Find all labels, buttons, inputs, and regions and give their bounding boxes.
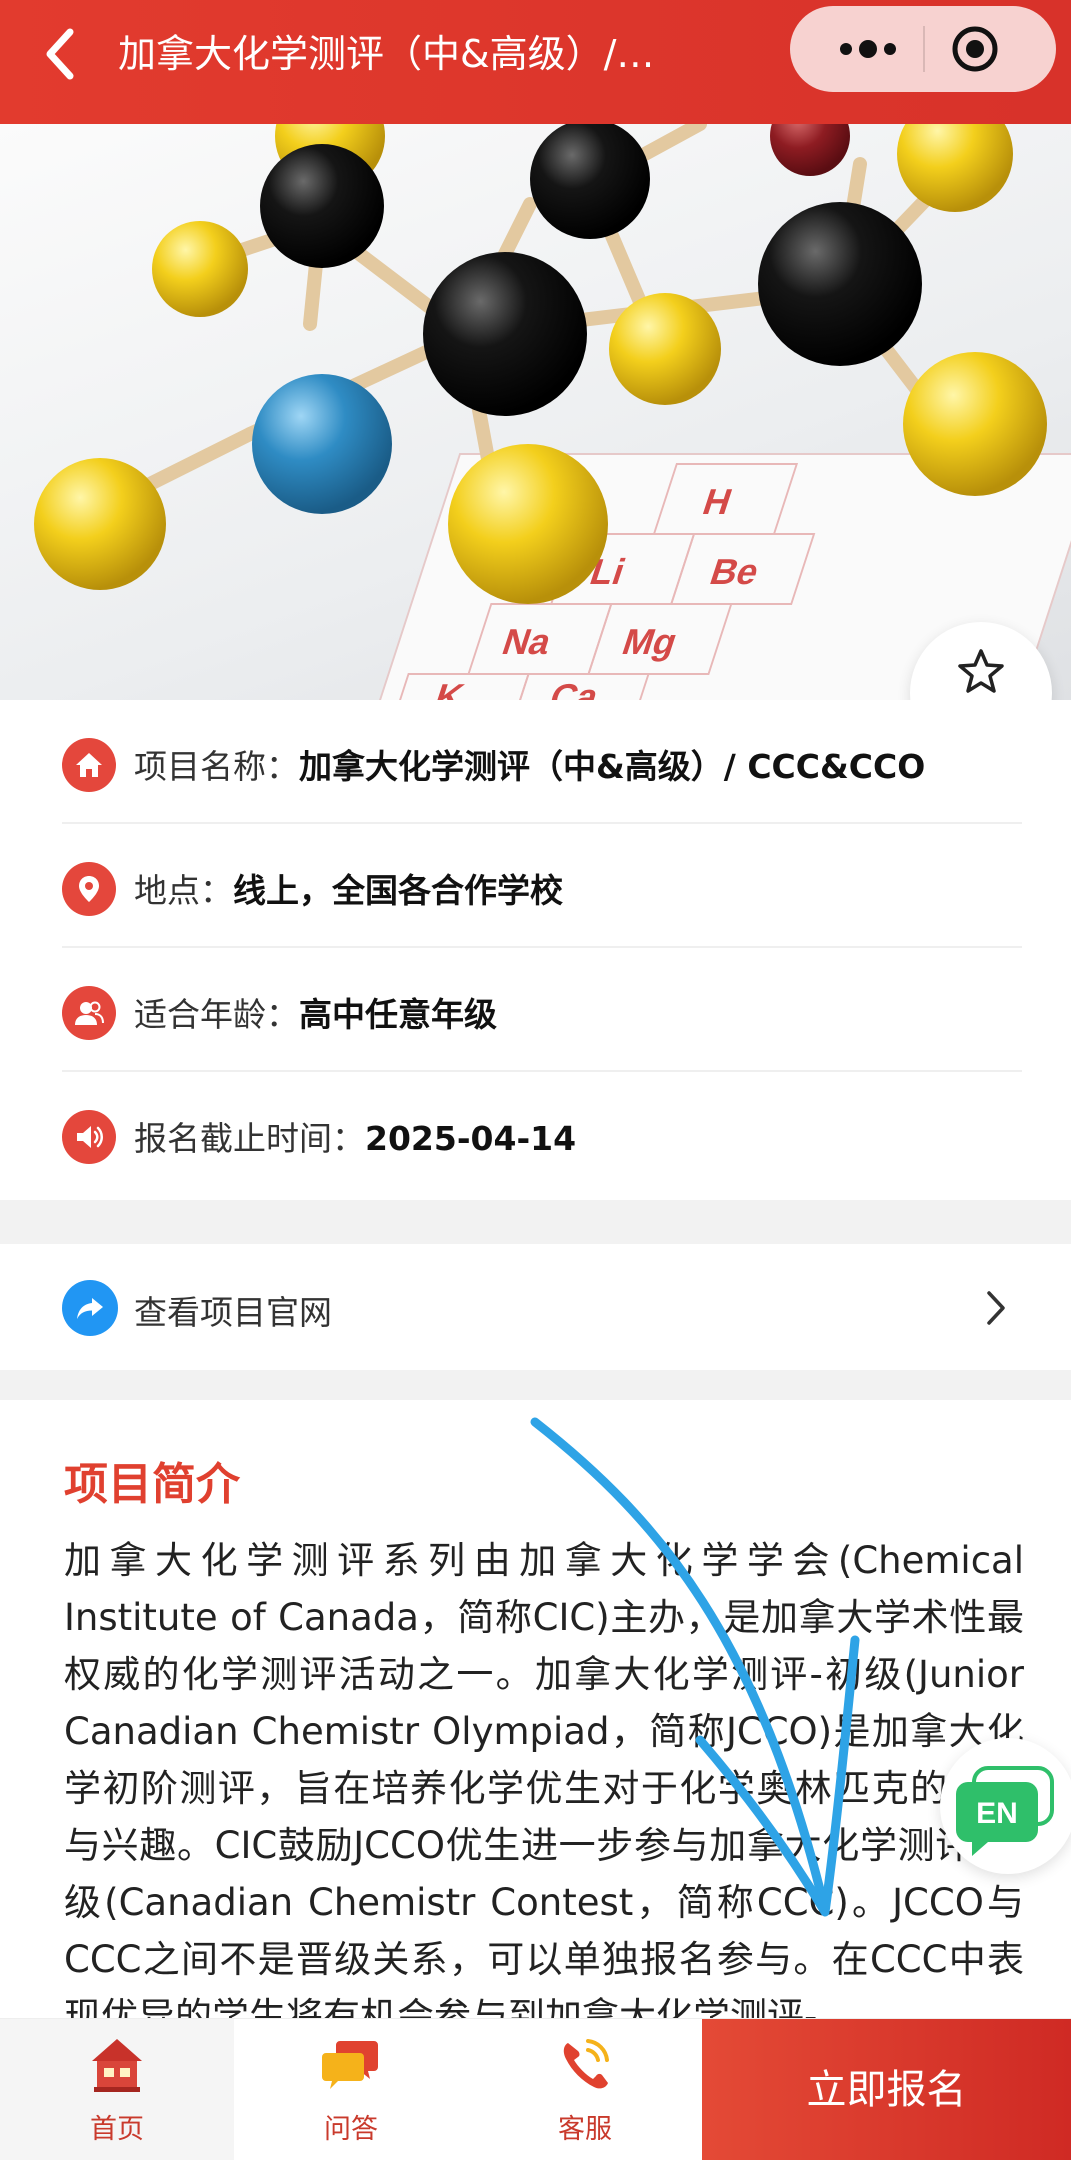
age-value: 高中任意年级: [299, 995, 497, 1034]
location-text: 地点：线上，全国各合作学校: [134, 864, 563, 912]
page-title: 加拿大化学测评（中&高级）/…: [118, 32, 655, 76]
language-switch-button[interactable]: EN: [940, 1738, 1071, 1874]
target-close-icon: [952, 26, 998, 72]
deadline-text: 报名截止时间：2025-04-14: [134, 1112, 576, 1160]
signup-now-button[interactable]: 立即报名: [702, 2019, 1071, 2160]
house-icon: [92, 2039, 142, 2092]
home-icon: [62, 738, 116, 792]
project-name-row: 项目名称：加拿大化学测评（中&高级）/ CCC&CCO: [62, 700, 1022, 824]
project-name-value: 加拿大化学测评（中&高级）/ CCC&CCO: [299, 747, 926, 786]
location-value: 线上，全国各合作学校: [233, 871, 563, 910]
view-official-website-row[interactable]: 查看项目官网: [0, 1244, 1071, 1370]
intro-paragraph: 加拿大化学测评系列由加拿大化学学会(Chemical Institute of …: [64, 1539, 1024, 2038]
deadline-value: 2025-04-14: [365, 1119, 577, 1158]
intro-heading: 项目简介: [64, 1459, 240, 1510]
deadline-label: 报名截止时间：: [134, 1119, 365, 1158]
speaker-icon: [62, 1110, 116, 1164]
view-official-website-label: 查看项目官网: [134, 1293, 332, 1332]
chevron-right-icon: [987, 1291, 1005, 1325]
age-row: 适合年龄：高中任意年级: [62, 948, 1022, 1072]
tab-customer-service[interactable]: 客服: [468, 2019, 702, 2160]
tab-customer-service-label: 客服: [558, 2114, 612, 2145]
close-miniprogram-button[interactable]: [950, 24, 1000, 74]
users-icon: [62, 986, 116, 1040]
chat-bubble-en-icon: EN: [956, 1766, 1054, 1856]
project-name-text: 项目名称：加拿大化学测评（中&高级）/ CCC&CCO: [134, 740, 925, 788]
app-page: 加拿大化学测评（中&高级）/… H Li Be Na Mg K Ca 项目名称：…: [0, 0, 1071, 2160]
age-text: 适合年龄：高中任意年级: [134, 988, 497, 1036]
star-icon: [958, 649, 1004, 693]
bottom-tab-bar: 首页 问答 客服 立即报名: [0, 2018, 1071, 2160]
tab-home[interactable]: 首页: [0, 2019, 234, 2160]
location-pin-icon: [62, 862, 116, 916]
deadline-row: 报名截止时间：2025-04-14: [62, 1072, 1022, 1196]
tab-qa-label: 问答: [324, 2114, 378, 2145]
phone-icon: [563, 2039, 609, 2089]
tab-qa[interactable]: 问答: [234, 2019, 468, 2160]
hero-image-molecule-model: H Li Be Na Mg K Ca: [0, 124, 1071, 700]
more-button[interactable]: [826, 32, 906, 66]
en-label: EN: [976, 1797, 1018, 1830]
more-dots-icon: [840, 40, 896, 58]
location-row: 地点：线上，全国各合作学校: [62, 824, 1022, 948]
capsule-divider: [923, 26, 925, 72]
top-navigation-bar: 加拿大化学测评（中&高级）/…: [0, 0, 1071, 124]
tab-home-label: 首页: [90, 2114, 144, 2145]
share-arrow-icon: [62, 1280, 118, 1336]
molecule-illustration: H Li Be Na Mg K Ca: [34, 124, 1071, 700]
chat-bubbles-icon: [322, 2041, 378, 2089]
miniprogram-capsule: [790, 6, 1056, 92]
project-info-card: 项目名称：加拿大化学测评（中&高级）/ CCC&CCO 地点：线上，全国各合作学…: [0, 700, 1071, 1200]
age-label: 适合年龄：: [134, 995, 299, 1034]
back-arrow-icon: [46, 28, 74, 80]
back-button[interactable]: [40, 24, 80, 84]
project-name-label: 项目名称：: [134, 747, 299, 786]
location-label: 地点：: [134, 871, 233, 910]
